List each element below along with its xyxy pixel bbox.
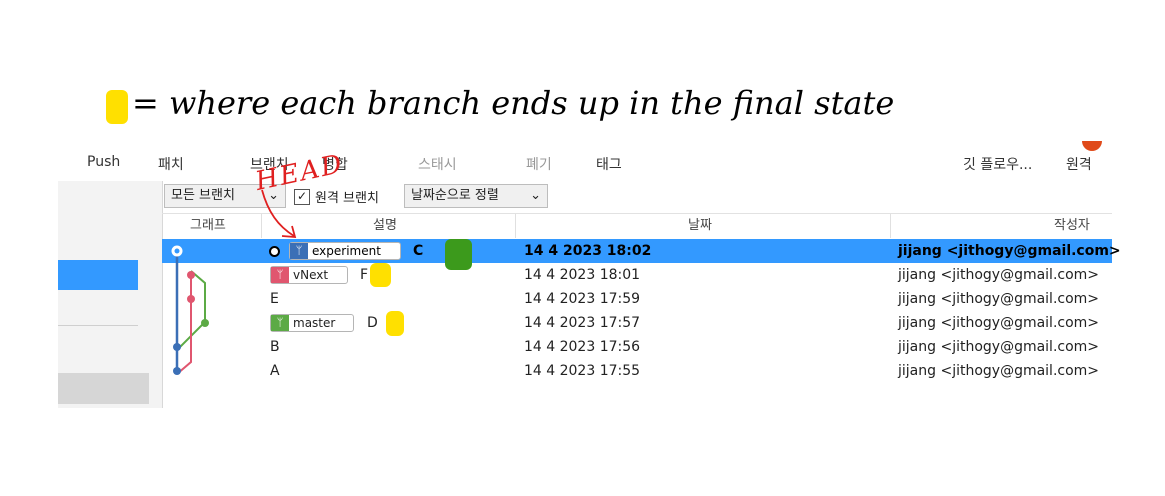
column-header-graph[interactable]: 그래프 (190, 214, 226, 238)
commit-author: jijang <jithogy@gmail.com> (898, 363, 1100, 379)
branch-label: experiment (312, 244, 381, 258)
commit-author: jijang <jithogy@gmail.com> (898, 315, 1100, 331)
commit-description: C (413, 243, 424, 259)
header-divider (890, 214, 891, 238)
commit-node-f (187, 271, 195, 279)
head-arrow-icon (261, 189, 297, 238)
commit-description: B (270, 339, 280, 355)
sidebar (58, 181, 163, 408)
commit-author: jijang <jithogy@gmail.com> (898, 291, 1100, 307)
commit-author: jijang <jithogy@gmail.com> (898, 339, 1100, 355)
git-flow-button[interactable]: 깃 플로우... (963, 154, 1032, 174)
head-branch-marker (445, 239, 472, 270)
commit-date: 14 4 2023 17:56 (524, 339, 641, 355)
commit-node-b (173, 343, 181, 351)
sort-select[interactable]: 날짜순으로 정렬 ⌄ (404, 184, 548, 208)
notification-badge (1082, 141, 1102, 151)
branch-filter-label: 모든 브랜치 (171, 188, 235, 203)
commit-row[interactable]: ᛘ master D 14 4 2023 17:57 jijang <jithog… (162, 311, 1112, 335)
sort-label: 날짜순으로 정렬 (411, 188, 499, 203)
commit-description: F (360, 267, 369, 283)
commit-row[interactable]: E 14 4 2023 17:59 jijang <jithogy@gmail.… (162, 287, 1112, 311)
commit-row[interactable]: ᛘ vNext F 14 4 2023 18:01 jijang <jithogy… (162, 263, 1112, 287)
discard-button[interactable]: 폐기 (526, 154, 552, 174)
column-header-description[interactable]: 설명 (373, 214, 397, 238)
commit-description: E (270, 291, 279, 307)
commit-date: 14 4 2023 18:01 (524, 267, 641, 283)
master-branch-marker (386, 311, 404, 336)
chevron-down-icon: ⌄ (530, 188, 541, 203)
commit-row[interactable]: A 14 4 2023 17:55 jijang <jithogy@gmail.… (162, 359, 1112, 383)
branch-label: master (293, 316, 336, 330)
commit-date: 14 4 2023 17:55 (524, 363, 641, 379)
commit-node-d (201, 319, 209, 327)
branch-tag-vNext[interactable]: ᛘ vNext (270, 266, 348, 284)
header-divider (515, 214, 516, 238)
commit-author: jijang <jithogy@gmail.com> (898, 267, 1100, 283)
head-indicator-icon (269, 246, 280, 257)
remote-button[interactable]: 원격 (1066, 154, 1092, 174)
column-header-author[interactable]: 작성자 (1054, 214, 1090, 238)
commit-node-e (187, 295, 195, 303)
legend-marker (106, 90, 128, 124)
legend-text: = where each branch ends up in the final… (132, 84, 895, 122)
commit-node-c-core (174, 248, 180, 254)
stash-button[interactable]: 스태시 (418, 154, 457, 174)
commit-date: 14 4 2023 18:02 (524, 243, 652, 259)
commit-row[interactable]: B 14 4 2023 17:56 jijang <jithogy@gmail.… (162, 335, 1112, 359)
commit-author: jijang <jithogy@gmail.com> (898, 243, 1121, 259)
remote-branches-label: 원격 브랜치 (315, 191, 379, 206)
vnext-branch-marker (370, 263, 391, 287)
commit-date: 14 4 2023 17:59 (524, 291, 641, 307)
commit-date: 14 4 2023 17:57 (524, 315, 641, 331)
sidebar-item[interactable] (58, 373, 149, 404)
branch-icon: ᛘ (271, 267, 289, 283)
commit-description: D (367, 315, 378, 331)
branch-tag-master[interactable]: ᛘ master (270, 314, 354, 332)
push-button[interactable]: Push (87, 154, 120, 170)
sidebar-selected-item[interactable] (58, 260, 138, 290)
commit-node-a (173, 367, 181, 375)
graph-line-vnext (176, 275, 192, 375)
commit-graph (171, 245, 209, 375)
branch-icon: ᛘ (271, 315, 289, 331)
branch-label: vNext (293, 268, 329, 282)
patch-button[interactable]: 패치 (158, 154, 184, 174)
column-header-date[interactable]: 날짜 (688, 214, 712, 238)
commit-description: A (270, 363, 280, 379)
sidebar-divider (58, 325, 138, 326)
tag-button[interactable]: 태그 (596, 154, 622, 174)
